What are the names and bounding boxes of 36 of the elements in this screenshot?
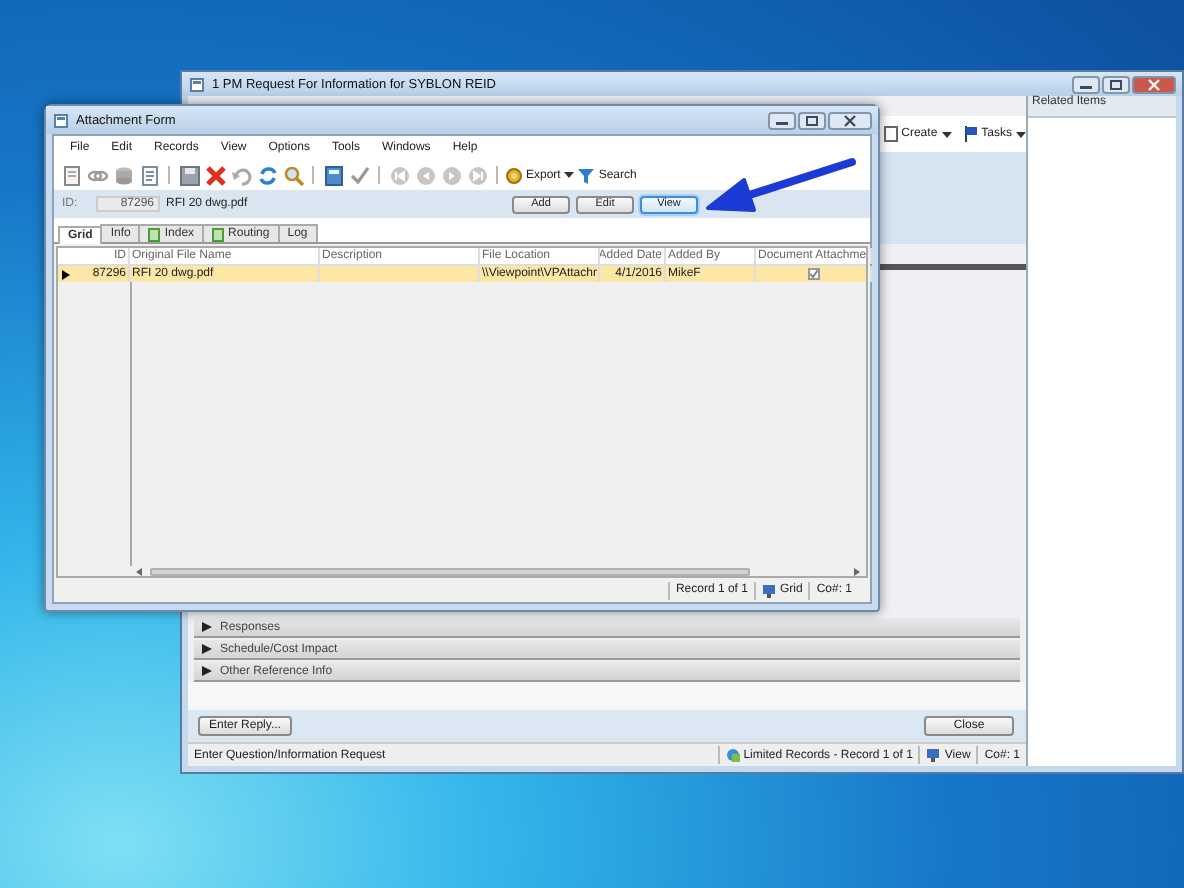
- funnel-icon: [578, 167, 595, 183]
- checkbox[interactable]: [807, 268, 819, 280]
- minimize-icon[interactable]: [768, 111, 796, 129]
- expand-arrow-icon[interactable]: [202, 622, 212, 632]
- caret-icon: [564, 172, 575, 178]
- window-icon: [54, 113, 68, 127]
- maximize-icon[interactable]: [1102, 75, 1130, 93]
- minimize-icon[interactable]: [1072, 75, 1100, 93]
- search-icon[interactable]: [283, 165, 303, 185]
- save-icon[interactable]: [179, 165, 199, 185]
- expand-arrow-icon[interactable]: [202, 644, 212, 654]
- monitor-icon: [761, 583, 776, 597]
- checkmark-icon[interactable]: [349, 165, 369, 185]
- page-icon: [212, 227, 225, 241]
- link-icon[interactable]: [87, 165, 107, 185]
- coins-icon: [506, 167, 522, 183]
- caret-icon: [1016, 131, 1026, 137]
- row-pointer-icon: [62, 269, 70, 279]
- records-icon: [725, 748, 740, 762]
- calculator-icon[interactable]: [323, 165, 343, 185]
- maximize-icon[interactable]: [798, 111, 826, 129]
- flag-icon: [963, 126, 978, 142]
- document-icon: [883, 126, 898, 142]
- close-icon[interactable]: [1132, 75, 1176, 93]
- refresh-icon[interactable]: [257, 165, 277, 185]
- close-icon[interactable]: [828, 111, 872, 129]
- page-icon[interactable]: [139, 165, 159, 185]
- expand-arrow-icon[interactable]: [202, 666, 212, 676]
- monitor-icon: [926, 748, 941, 762]
- window-icon: [190, 77, 204, 91]
- page-icon: [148, 227, 161, 241]
- database-icon[interactable]: [113, 165, 133, 185]
- new-document-icon[interactable]: [61, 165, 81, 185]
- delete-icon[interactable]: [205, 165, 225, 185]
- caret-icon: [941, 131, 952, 137]
- undo-icon[interactable]: [231, 165, 251, 185]
